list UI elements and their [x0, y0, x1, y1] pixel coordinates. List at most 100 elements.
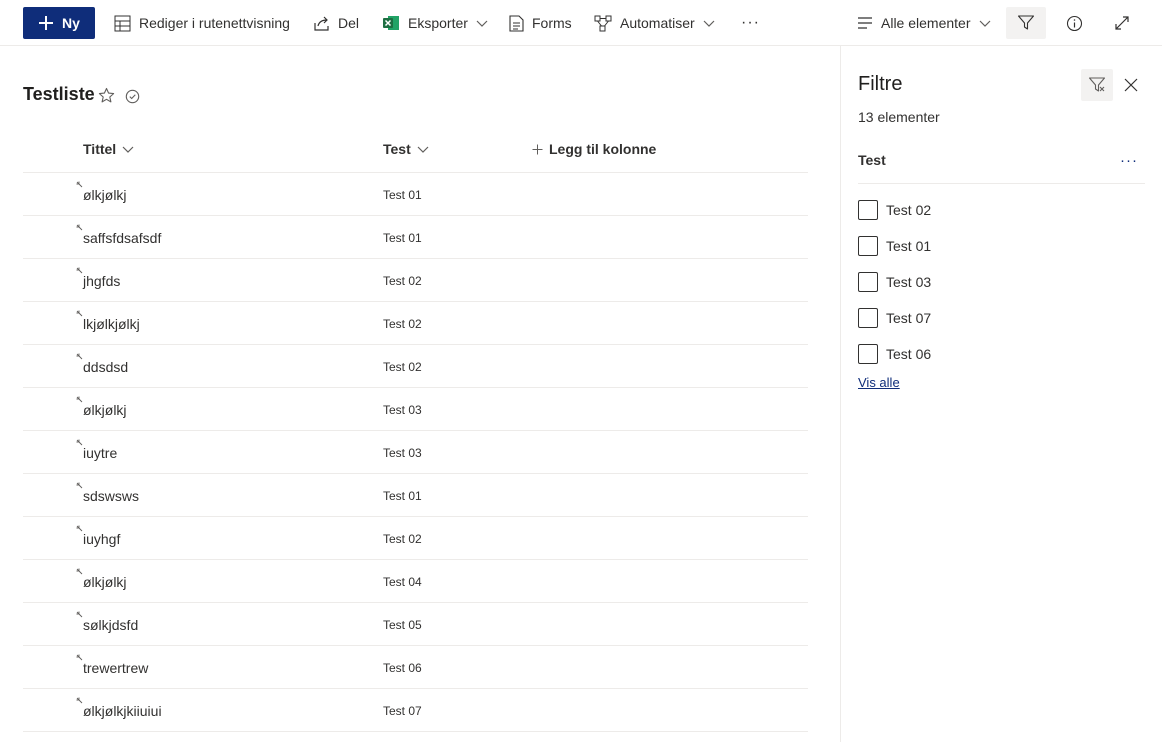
- plus-icon: [39, 16, 54, 30]
- plus-icon: [532, 144, 543, 154]
- row-test-value: Test 03: [383, 403, 422, 417]
- row-title[interactable]: ølkjølkj: [83, 574, 127, 590]
- filter-option[interactable]: Test 07: [858, 308, 931, 328]
- forms-button[interactable]: Forms: [509, 8, 572, 38]
- row-test-value: Test 03: [383, 446, 422, 460]
- checkbox[interactable]: [858, 344, 878, 364]
- checkbox[interactable]: [858, 308, 878, 328]
- automate-button[interactable]: Automatiser: [594, 8, 715, 38]
- view-selector[interactable]: Alle elementer: [857, 8, 991, 38]
- view-label: Alle elementer: [881, 15, 971, 31]
- command-bar: Ny Rediger i rutenettvisning Del Eksport…: [0, 0, 1162, 46]
- row-title[interactable]: ølkjølkj: [83, 402, 127, 418]
- more-icon: ···: [1120, 151, 1138, 169]
- share-icon: [314, 16, 329, 31]
- page-title: Testliste: [23, 84, 95, 104]
- row-title[interactable]: iuyhgf: [83, 531, 120, 547]
- row-test-value: Test 07: [383, 704, 422, 718]
- column-header-test-label: Test: [383, 141, 411, 157]
- checkbox[interactable]: [858, 200, 878, 220]
- row-title[interactable]: iuytre: [83, 445, 117, 461]
- close-icon: [1124, 78, 1138, 92]
- chevron-down-icon: [476, 20, 488, 27]
- table-row[interactable]: jhgfds Test 02: [23, 259, 808, 302]
- table-row[interactable]: ølkjølkjkiiuiui Test 07: [23, 689, 808, 732]
- row-test-value: Test 02: [383, 317, 422, 331]
- row-test-value: Test 04: [383, 575, 422, 589]
- row-test-value: Test 06: [383, 661, 422, 675]
- flow-icon: [594, 15, 612, 31]
- filter-icon: [1017, 15, 1035, 30]
- table-row[interactable]: ølkjølkj Test 03: [23, 388, 808, 431]
- edit-grid-label: Rediger i rutenettvisning: [139, 15, 290, 31]
- clear-filters-button[interactable]: [1081, 69, 1113, 101]
- clear-filter-icon: [1088, 77, 1106, 92]
- section-more-button[interactable]: ···: [1117, 150, 1141, 170]
- filter-button[interactable]: [1006, 7, 1046, 39]
- row-test-value: Test 02: [383, 360, 422, 374]
- grid-icon: [114, 15, 131, 31]
- column-header-title[interactable]: Tittel: [83, 141, 134, 157]
- more-commands-button[interactable]: ···: [741, 8, 760, 38]
- favorite-star-icon[interactable]: [98, 87, 115, 109]
- filter-option-label: Test 07: [886, 310, 932, 326]
- export-label: Eksporter: [408, 15, 468, 31]
- new-button-label: Ny: [62, 15, 80, 31]
- table-row[interactable]: sølkjdsfd Test 05: [23, 603, 808, 646]
- filter-pane: Filtre 13 elementer Test ··· Test 02 Test…: [840, 46, 1162, 742]
- row-title[interactable]: lkjølkjølkj: [83, 316, 140, 332]
- expand-icon: [1115, 16, 1129, 30]
- filter-option[interactable]: Test 02: [858, 200, 931, 220]
- column-header-test[interactable]: Test: [383, 141, 429, 157]
- filter-pane-title: Filtre: [858, 73, 903, 95]
- automate-label: Automatiser: [620, 15, 695, 31]
- table-row[interactable]: ølkjølkj Test 01: [23, 173, 808, 216]
- checkbox[interactable]: [858, 272, 878, 292]
- row-title[interactable]: saffsfdsafsdf: [83, 230, 161, 246]
- row-test-value: Test 01: [383, 188, 422, 202]
- close-pane-button[interactable]: [1119, 73, 1143, 97]
- table-row[interactable]: iuytre Test 03: [23, 431, 808, 474]
- share-label: Del: [338, 15, 360, 31]
- item-count: 13 elementer: [858, 109, 940, 125]
- table-row[interactable]: ølkjølkj Test 04: [23, 560, 808, 603]
- table-row[interactable]: iuyhgf Test 02: [23, 517, 808, 560]
- more-icon: ···: [741, 14, 760, 31]
- excel-icon: [383, 16, 399, 30]
- table-row[interactable]: ddsdsd Test 02: [23, 345, 808, 388]
- status-check-icon[interactable]: [125, 89, 140, 109]
- row-title[interactable]: jhgfds: [83, 273, 120, 289]
- row-title[interactable]: sdswsws: [83, 488, 139, 504]
- row-test-value: Test 01: [383, 231, 422, 245]
- new-button[interactable]: Ny: [23, 7, 95, 39]
- export-button[interactable]: Eksporter: [382, 8, 488, 38]
- row-test-value: Test 02: [383, 274, 422, 288]
- row-title[interactable]: ølkjølkjkiiuiui: [83, 703, 162, 719]
- add-column-button[interactable]: Legg til kolonne: [532, 141, 656, 157]
- row-title[interactable]: trewertrew: [83, 660, 148, 676]
- share-button[interactable]: Del: [313, 8, 359, 38]
- filter-option[interactable]: Test 03: [858, 272, 931, 292]
- show-all-link[interactable]: Vis alle: [858, 375, 900, 390]
- row-title[interactable]: sølkjdsfd: [83, 617, 138, 633]
- chevron-down-icon: [979, 20, 990, 27]
- info-button[interactable]: [1058, 7, 1090, 39]
- table-row[interactable]: saffsfdsafsdf Test 01: [23, 216, 808, 259]
- filter-option-label: Test 02: [886, 202, 932, 218]
- info-icon: [1066, 15, 1082, 31]
- chevron-down-icon: [703, 20, 715, 27]
- row-test-value: Test 02: [383, 532, 422, 546]
- checkbox[interactable]: [858, 236, 878, 256]
- row-title[interactable]: ddsdsd: [83, 359, 128, 375]
- table-row[interactable]: sdswsws Test 01: [23, 474, 808, 517]
- row-title[interactable]: ølkjølkj: [83, 187, 127, 203]
- filter-option[interactable]: Test 01: [858, 236, 931, 256]
- table-row[interactable]: trewertrew Test 06: [23, 646, 808, 689]
- filter-option[interactable]: Test 06: [858, 344, 931, 364]
- table-row[interactable]: lkjølkjølkj Test 02: [23, 302, 808, 345]
- lines-icon: [858, 17, 872, 29]
- add-column-label: Legg til kolonne: [549, 141, 657, 157]
- edit-grid-button[interactable]: Rediger i rutenettvisning: [114, 8, 290, 38]
- row-test-value: Test 05: [383, 618, 422, 632]
- expand-button[interactable]: [1106, 7, 1138, 39]
